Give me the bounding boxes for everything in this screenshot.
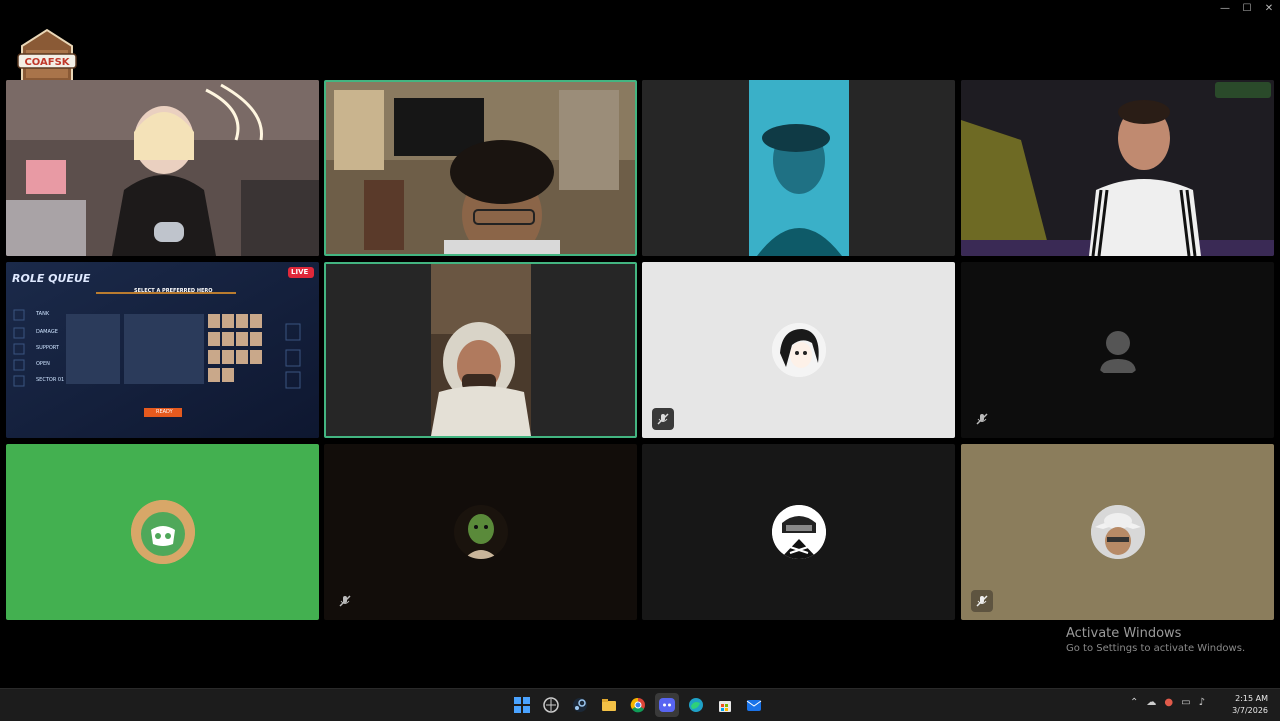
muted-icon [971, 408, 993, 430]
role-queue-title: ROLE QUEUE [12, 272, 91, 285]
file-explorer-icon[interactable] [597, 693, 621, 717]
role-support: SUPPORT [36, 345, 59, 351]
browser-icon[interactable] [539, 693, 563, 717]
muted-icon [652, 408, 674, 430]
role-tank: TANK [36, 311, 50, 317]
video-tile-6[interactable] [324, 262, 637, 438]
role-damage: DAMAGE [36, 329, 58, 335]
maximize-button[interactable]: ☐ [1236, 0, 1258, 16]
activate-subtitle: Go to Settings to activate Windows. [1066, 643, 1246, 654]
activate-windows-watermark: Activate Windows Go to Settings to activ… [1066, 626, 1245, 654]
mail-icon[interactable] [742, 693, 766, 717]
default-user-icon [1091, 323, 1145, 377]
muted-icon [971, 590, 993, 612]
clock-time: 2:15 AM [1235, 694, 1268, 703]
goblin-avatar [453, 505, 508, 559]
avatar-tile-7[interactable] [642, 262, 955, 438]
system-tray: ⌃ ☁ ● ▭ ♪ [1130, 697, 1205, 708]
logo-text: COAFSK [24, 57, 70, 68]
ready-button: READY [156, 409, 173, 415]
taskbar: ⌃ ☁ ● ▭ ♪ 2:15 AM 3/7/2026 [0, 688, 1280, 721]
role-sector: SECTOR 01 [36, 377, 65, 383]
avatar-tile-9[interactable] [6, 444, 319, 620]
role-queue-subtitle: SELECT A PREFERRED HERO [134, 288, 213, 294]
volume-icon[interactable]: ♪ [1199, 697, 1205, 708]
clock[interactable]: 2:15 AM 3/7/2026 [1232, 693, 1268, 717]
video-tile-3[interactable] [642, 80, 955, 256]
store-icon[interactable] [713, 693, 737, 717]
role-open: OPEN [36, 361, 50, 367]
discord-cat-avatar [130, 500, 195, 564]
video-tile-4[interactable] [961, 80, 1274, 256]
video-tile-2[interactable] [324, 80, 637, 256]
clock-date: 3/7/2026 [1232, 706, 1268, 715]
window-controls: — ☐ ✕ [1214, 0, 1280, 16]
avatar-tile-11[interactable] [642, 444, 955, 620]
steam-icon[interactable] [568, 693, 592, 717]
discord-icon[interactable] [655, 693, 679, 717]
avatar-tile-8[interactable] [961, 262, 1274, 438]
stream-tile-role-queue[interactable]: LIVE ROLE QUEUE SELECT A PREFERRED HERO … [6, 262, 319, 438]
avatar-tile-12[interactable] [961, 444, 1274, 620]
avatar-tile-10[interactable] [324, 444, 637, 620]
video-tile-1[interactable] [6, 80, 319, 256]
windows-start-icon[interactable] [510, 693, 534, 717]
muted-icon [334, 590, 356, 612]
onedrive-icon[interactable]: ☁ [1146, 697, 1156, 708]
activate-title: Activate Windows [1066, 626, 1182, 641]
chevron-up-icon[interactable]: ⌃ [1130, 697, 1138, 708]
display-icon[interactable]: ▭ [1181, 697, 1190, 708]
live-badge: LIVE [291, 268, 309, 276]
anime-girl-avatar [771, 323, 826, 377]
ninja-avatar [771, 505, 826, 559]
edge-icon[interactable] [684, 693, 708, 717]
microphone-icon[interactable]: ● [1164, 697, 1173, 708]
minimize-button[interactable]: — [1214, 0, 1236, 16]
chrome-icon[interactable] [626, 693, 650, 717]
cowboy-avatar [1090, 505, 1145, 559]
close-button[interactable]: ✕ [1258, 0, 1280, 16]
